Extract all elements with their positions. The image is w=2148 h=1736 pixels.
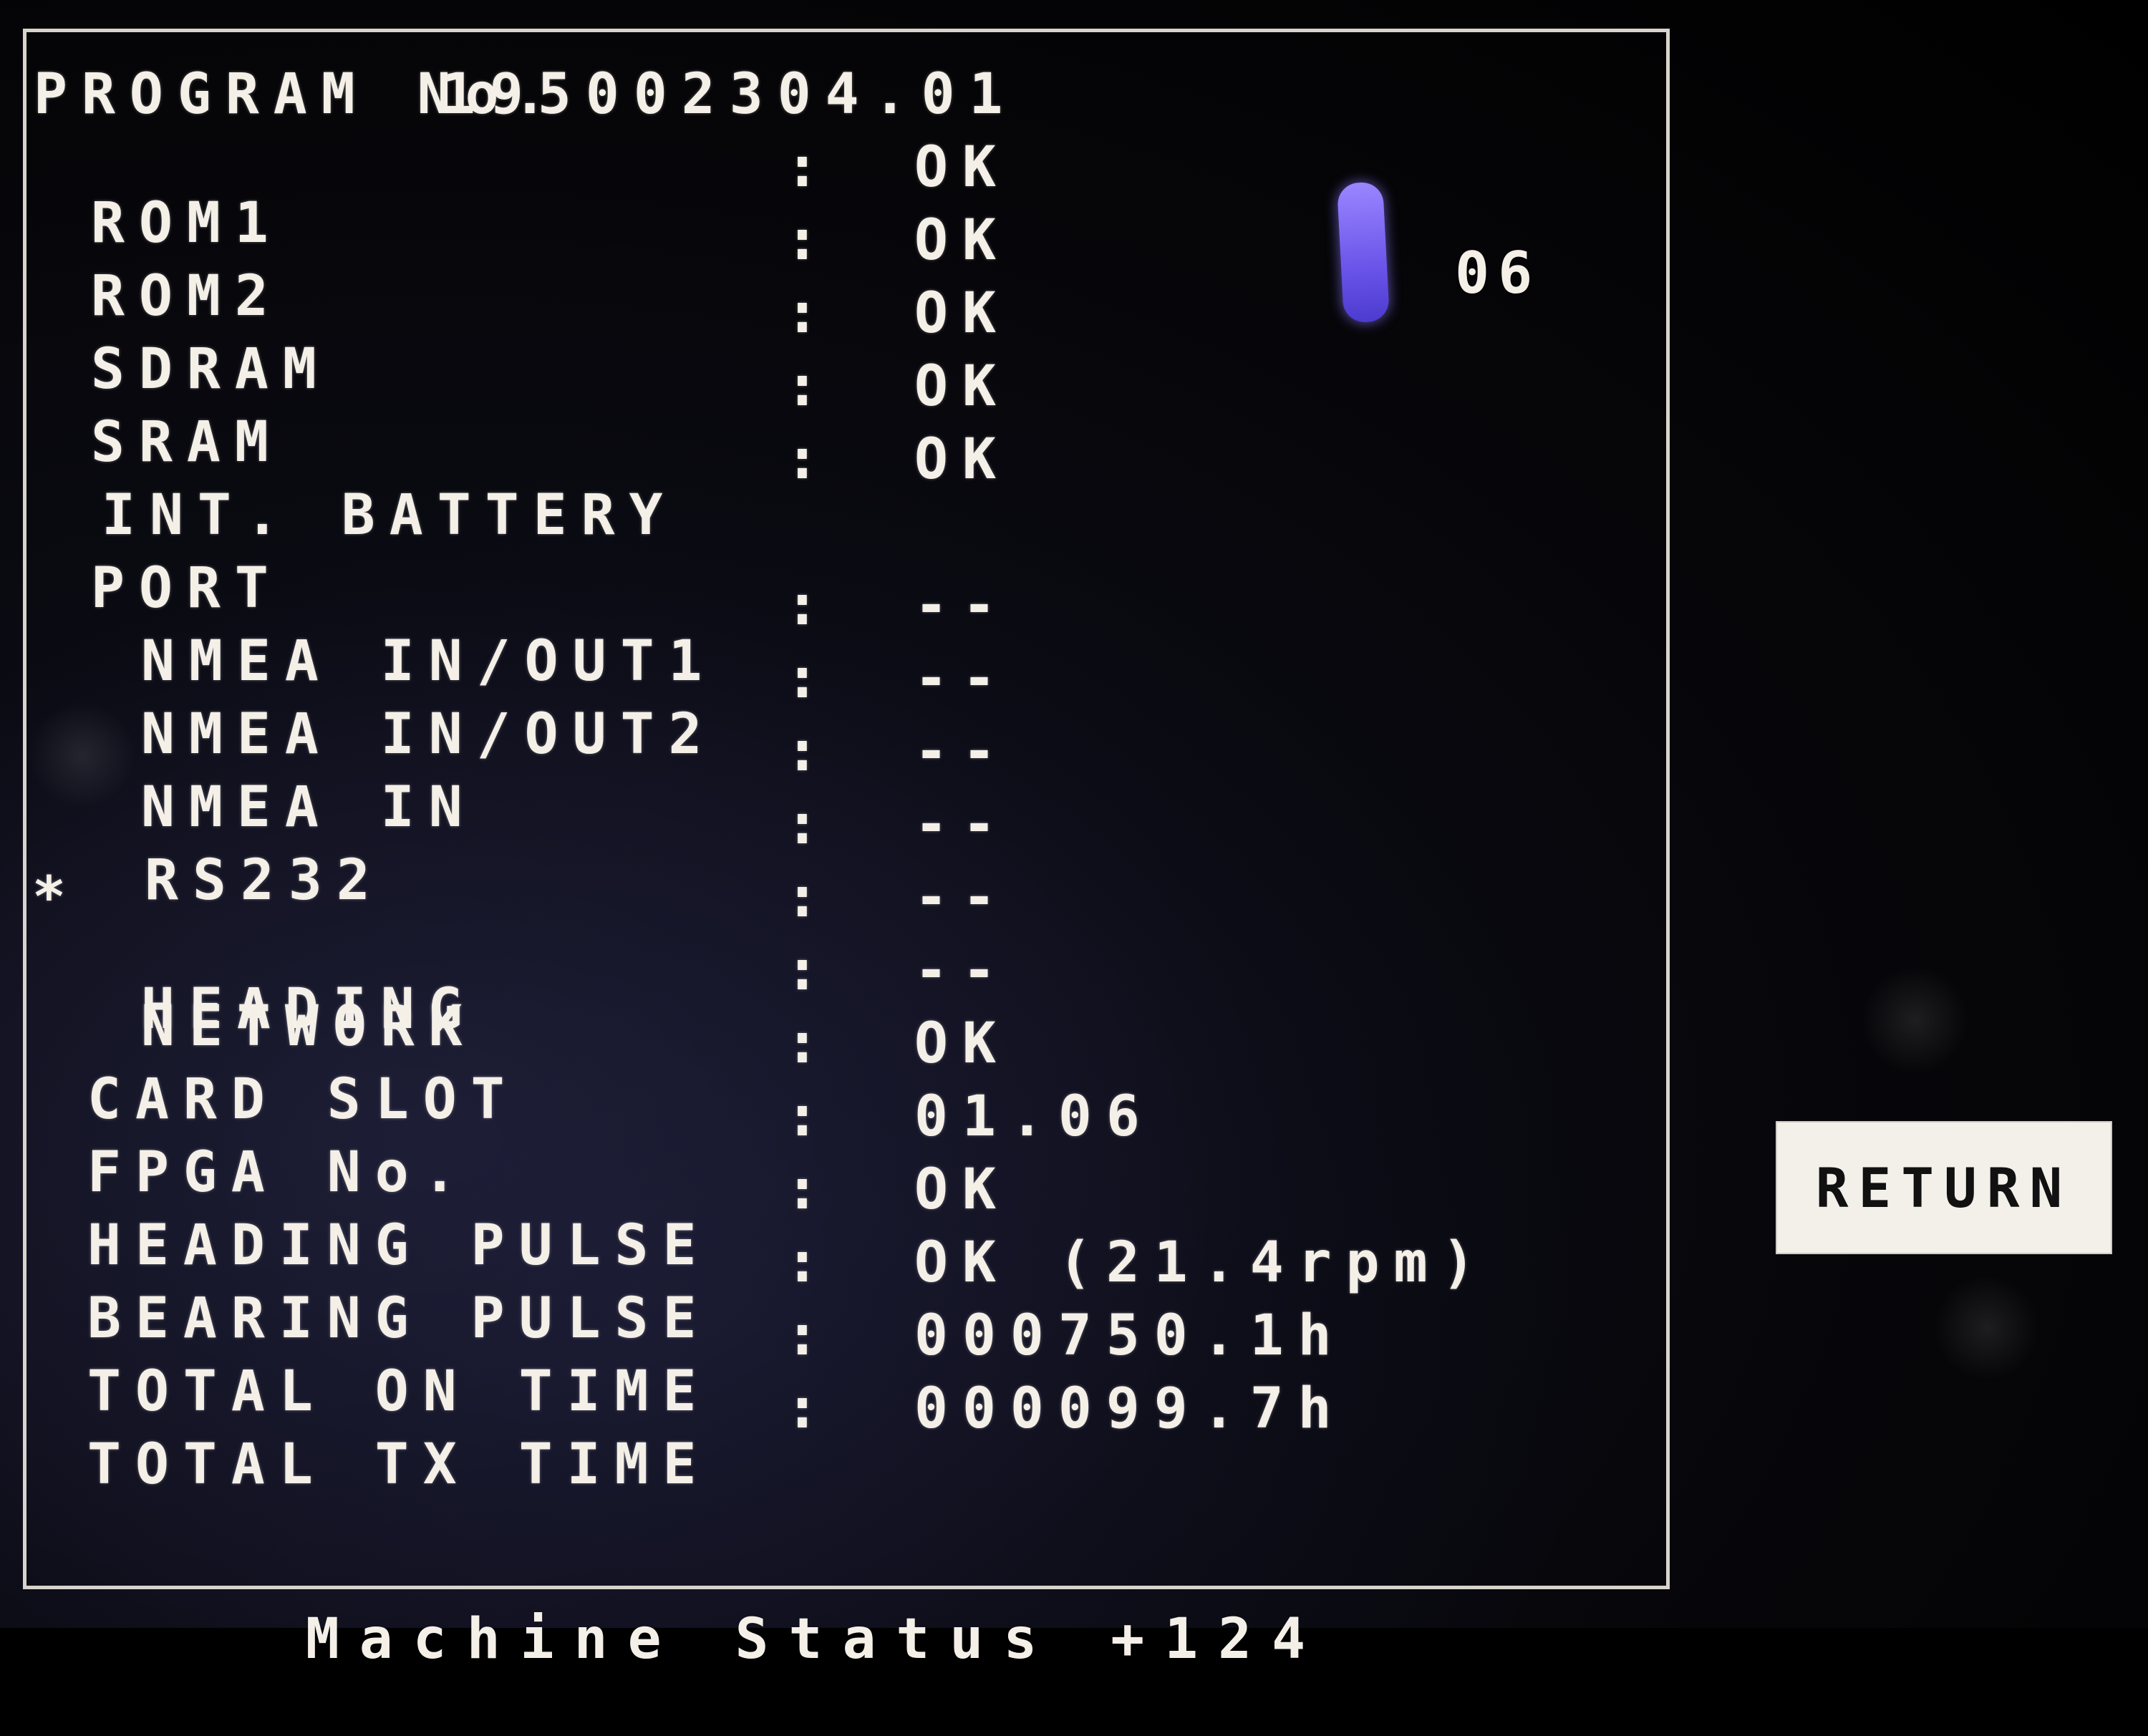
test-row-bearing-pulse: BEARING PULSE : OK (21.4rpm) <box>26 1231 1602 1347</box>
machine-status-line: Machine Status +124 <box>91 1543 1325 1736</box>
test-row-heading: * HEADING : -- <box>26 865 1602 1037</box>
row-separator: : <box>785 1158 833 1222</box>
row-separator: : <box>785 354 833 419</box>
row-separator: : <box>785 208 833 273</box>
machine-status-spacer <box>1057 1607 1111 1672</box>
test-row-port-heading: PORT <box>26 505 1602 616</box>
row-value: OK <box>914 208 1010 273</box>
row-separator: : <box>785 281 833 346</box>
test-row-fpga-no: FPGA No. : 01.06 <box>26 1085 1602 1201</box>
return-button[interactable]: RETURN <box>1776 1121 2112 1254</box>
row-value: OK <box>914 1012 1010 1076</box>
row-separator: : <box>785 1231 833 1295</box>
row-value: OK <box>914 135 1010 200</box>
row-value: OK <box>914 281 1010 346</box>
row-separator: : <box>785 135 833 200</box>
row-separator: : <box>785 1377 833 1441</box>
row-separator: : <box>785 427 833 492</box>
row-separator: : <box>785 719 833 784</box>
test-row-rs232: RS232 : -- <box>26 792 1602 908</box>
row-value: OK (21.4rpm) <box>914 1231 1490 1295</box>
test-row-sram: SRAM : OK <box>26 354 1602 470</box>
row-separator: : <box>785 646 833 711</box>
row-separator: : <box>785 939 833 1003</box>
row-value: -- <box>914 939 1010 1003</box>
row-separator: : <box>785 573 833 638</box>
row-label: TOTAL TX TIME <box>87 1432 711 1497</box>
test-row-heading-pulse: HEADING PULSE : OK <box>26 1158 1602 1274</box>
test-row-card-slot: CARD SLOT : OK <box>26 1012 1602 1128</box>
row-value: OK <box>914 427 1010 492</box>
row-value: 000099.7h <box>914 1377 1346 1441</box>
row-separator: : <box>785 1085 833 1149</box>
selection-marker: * <box>32 865 80 930</box>
test-row-nmea-in: NMEA IN : -- <box>26 719 1602 835</box>
row-value: -- <box>914 865 1010 930</box>
test-row-total-on-time: TOTAL ON TIME : 000750.1h <box>26 1304 1602 1420</box>
row-value: 000750.1h <box>914 1304 1346 1368</box>
machine-status-label: Machine Status <box>305 1607 1058 1672</box>
test-row-nmea-in-out2: NMEA IN/OUT2 : -- <box>26 646 1602 762</box>
row-separator: : <box>785 865 833 930</box>
row-value: -- <box>914 792 1010 857</box>
self-test-panel: PROGRAM No. 195002304.01 ROM1 : OK ROM2 … <box>23 29 1670 1672</box>
screen-noise <box>1933 1274 2041 1382</box>
screen-glare <box>1336 181 1390 324</box>
row-value: OK <box>914 1158 1010 1222</box>
counter-readout: 06 <box>1455 240 1542 306</box>
row-value: -- <box>914 573 1010 638</box>
row-separator: : <box>785 1012 833 1076</box>
row-value: 01.06 <box>914 1085 1154 1149</box>
test-row-network: NETWORK : -- <box>26 939 1602 1054</box>
row-value: -- <box>914 646 1010 711</box>
row-separator: : <box>785 1304 833 1368</box>
test-row-nmea-in-out1: NMEA IN/OUT1 : -- <box>26 573 1602 689</box>
row-value: OK <box>914 354 1010 419</box>
machine-status-value: +124 <box>1111 1607 1326 1672</box>
row-value: -- <box>914 719 1010 784</box>
program-number: 195002304.01 <box>442 62 1017 127</box>
row-separator: : <box>785 792 833 857</box>
screen-noise <box>1862 966 1969 1074</box>
test-row-total-tx-time: TOTAL TX TIME : 000099.7h <box>26 1377 1602 1493</box>
test-row-int-battery: INT. BATTERY : OK <box>26 427 1602 543</box>
